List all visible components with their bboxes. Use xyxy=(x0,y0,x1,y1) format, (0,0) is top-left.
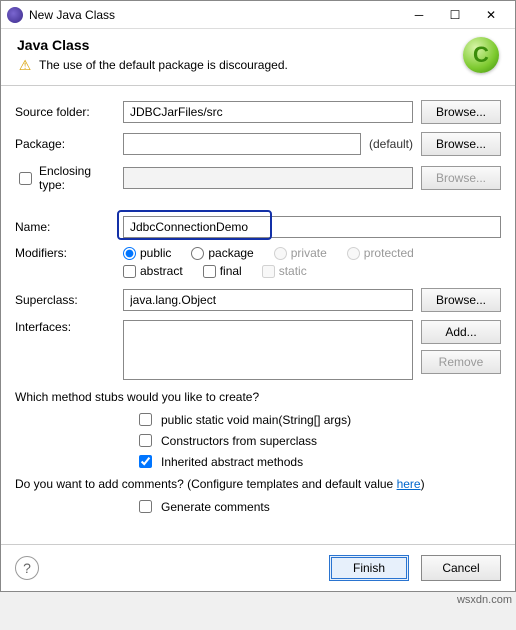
modifier-protected: protected xyxy=(347,246,414,260)
modifier-private: private xyxy=(274,246,327,260)
browse-source-button[interactable]: Browse... xyxy=(421,100,501,124)
default-hint: (default) xyxy=(369,137,413,151)
source-folder-input[interactable] xyxy=(123,101,413,123)
interfaces-label: Interfaces: xyxy=(15,320,115,334)
package-input[interactable] xyxy=(123,133,361,155)
add-interface-button[interactable]: Add... xyxy=(421,320,501,344)
stub-inherited[interactable]: Inherited abstract methods xyxy=(135,452,501,471)
dialog-window: New Java Class ─ ☐ ✕ Java Class ⚠ The us… xyxy=(0,0,516,592)
superclass-input[interactable] xyxy=(123,289,413,311)
modifiers-label: Modifiers: xyxy=(15,246,115,260)
remove-interface-button: Remove xyxy=(421,350,501,374)
browse-superclass-button[interactable]: Browse... xyxy=(421,288,501,312)
browse-package-button[interactable]: Browse... xyxy=(421,132,501,156)
warning-text: The use of the default package is discou… xyxy=(39,58,288,72)
stubs-question: Which method stubs would you like to cre… xyxy=(15,390,501,404)
minimize-button[interactable]: ─ xyxy=(401,2,437,28)
comments-question: Do you want to add comments? (Configure … xyxy=(15,477,501,491)
header-title: Java Class xyxy=(17,37,463,53)
modifier-final[interactable]: final xyxy=(203,264,242,278)
maximize-button[interactable]: ☐ xyxy=(437,2,473,28)
stub-main[interactable]: public static void main(String[] args) xyxy=(135,410,501,429)
help-button[interactable]: ? xyxy=(15,556,39,580)
titlebar[interactable]: New Java Class ─ ☐ ✕ xyxy=(1,1,515,29)
class-icon: C xyxy=(463,37,499,73)
browse-enclosing-button: Browse... xyxy=(421,166,501,190)
superclass-label: Superclass: xyxy=(15,293,115,307)
dialog-header: Java Class ⚠ The use of the default pack… xyxy=(1,29,515,81)
enclosing-type-checkbox[interactable]: Enclosing type: xyxy=(15,164,115,192)
here-link[interactable]: here xyxy=(397,477,421,491)
interfaces-list[interactable] xyxy=(123,320,413,380)
modifier-static: static xyxy=(262,264,307,278)
package-label: Package: xyxy=(15,137,115,151)
modifier-abstract[interactable]: abstract xyxy=(123,264,183,278)
window-title: New Java Class xyxy=(29,8,401,22)
watermark: wsxdn.com xyxy=(0,592,516,608)
stub-superctor[interactable]: Constructors from superclass xyxy=(135,431,501,450)
name-input[interactable] xyxy=(123,216,501,238)
cancel-button[interactable]: Cancel xyxy=(421,555,501,581)
modifier-public[interactable]: public xyxy=(123,246,171,260)
source-folder-label: Source folder: xyxy=(15,105,115,119)
name-label: Name: xyxy=(15,220,115,234)
enclosing-type-input xyxy=(123,167,413,189)
warning-icon: ⚠ xyxy=(17,57,33,73)
generate-comments[interactable]: Generate comments xyxy=(135,497,501,516)
modifier-package[interactable]: package xyxy=(191,246,253,260)
close-button[interactable]: ✕ xyxy=(473,2,509,28)
eclipse-icon xyxy=(7,7,23,23)
finish-button[interactable]: Finish xyxy=(329,555,409,581)
